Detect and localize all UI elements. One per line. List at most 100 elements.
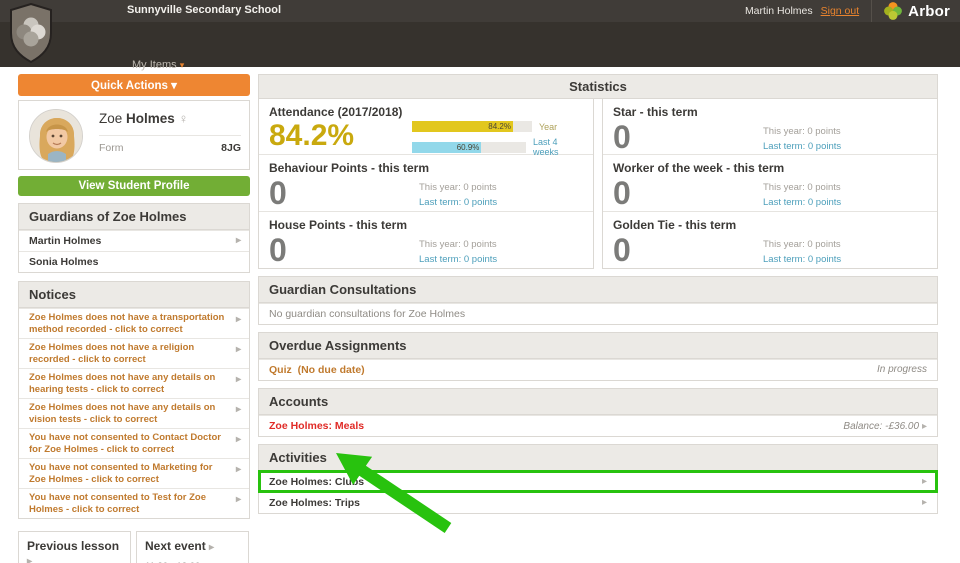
- guardian-name: Martin Holmes: [29, 235, 101, 247]
- guardians-panel: Guardians of Zoe Holmes Martin Holmes ▸ …: [18, 203, 250, 273]
- activity-row-clubs[interactable]: Zoe Holmes: Clubs ▸: [259, 471, 937, 492]
- empty-text: No guardian consultations for Zoe Holmes: [269, 308, 465, 320]
- activities-title: Activities: [259, 445, 937, 471]
- student-last-name: Holmes: [126, 111, 175, 126]
- notice-row[interactable]: You have not consented to Test for Zoe H…: [19, 488, 249, 518]
- guardian-row-martin[interactable]: Martin Holmes ▸: [19, 230, 249, 251]
- statistics-right-column: Star - this term 0 This year: 0 points L…: [602, 99, 938, 269]
- notice-text: You have not consented to Contact Doctor…: [29, 432, 221, 455]
- chevron-right-icon: ▸: [236, 235, 241, 246]
- assignment-due: (No due date): [298, 364, 365, 376]
- notices-panel: Notices Zoe Holmes does not have a trans…: [18, 281, 250, 519]
- notice-text: Zoe Holmes does not have a religion reco…: [29, 342, 194, 365]
- notice-text: Zoe Holmes does not have any details on …: [29, 402, 215, 425]
- bar-track: 84.2%: [412, 121, 532, 132]
- counter-value: 0: [613, 232, 763, 268]
- student-name: Zoe Holmes ♀: [99, 109, 241, 126]
- attendance-box: Attendance (2017/2018) 84.2% 84.2% Year: [259, 99, 593, 155]
- golden-tie-box: Golden Tie - this term 0 This year: 0 po…: [603, 212, 937, 268]
- activity-row-trips[interactable]: Zoe Holmes: Trips ▸: [259, 492, 937, 513]
- notice-text: You have not consented to Test for Zoe H…: [29, 492, 206, 515]
- counter-title: Star - this term: [613, 105, 927, 119]
- star-box: Star - this term 0 This year: 0 points L…: [603, 99, 937, 155]
- main-content: Statistics Attendance (2017/2018) 84.2% …: [258, 74, 938, 514]
- chevron-right-icon: ▸: [27, 556, 32, 563]
- account-balance: Balance: -£36.00: [843, 421, 919, 432]
- notice-row[interactable]: You have not consented to Contact Doctor…: [19, 428, 249, 458]
- nav-my-items-label: My Items: [132, 59, 177, 71]
- notice-row[interactable]: You have not consented to Marketing for …: [19, 458, 249, 488]
- activity-name: Zoe Holmes: Trips: [269, 497, 360, 509]
- assignment-row[interactable]: Quiz (No due date) In progress: [259, 359, 937, 380]
- notice-row[interactable]: Zoe Holmes does not have a transportatio…: [19, 308, 249, 338]
- assignment-status: In progress: [877, 364, 927, 375]
- statistics-left-column: Attendance (2017/2018) 84.2% 84.2% Year: [258, 99, 594, 269]
- counter-title: Golden Tie - this term: [613, 218, 927, 232]
- statistics-body: Attendance (2017/2018) 84.2% 84.2% Year: [258, 99, 938, 269]
- this-year-points: This year: 0 points: [763, 182, 841, 193]
- counter-value: 0: [269, 232, 419, 268]
- notice-text: Zoe Holmes does not have a transportatio…: [29, 312, 224, 335]
- chevron-right-icon: ▸: [236, 434, 241, 446]
- next-event-card: Next event ▸ 11:30 - 12:00 Mon, 20 Aug 2…: [136, 531, 249, 563]
- next-event-title[interactable]: Next event ▸: [145, 539, 240, 553]
- previous-lesson-label: Previous lesson: [27, 539, 119, 553]
- guardian-consultations-empty-row: No guardian consultations for Zoe Holmes: [259, 303, 937, 324]
- overdue-assignments-title: Overdue Assignments: [259, 333, 937, 359]
- account-name: Zoe Holmes: Meals: [269, 420, 364, 432]
- chevron-right-icon: ▸: [236, 374, 241, 386]
- topbar-right: Martin Holmes Sign out Arbor: [745, 0, 950, 22]
- brand-text: Arbor: [908, 3, 950, 20]
- last-term-points-link[interactable]: Last term: 0 points: [419, 254, 497, 265]
- guardians-title: Guardians of Zoe Holmes: [19, 204, 249, 230]
- nav-bar: My Items ▾: [0, 22, 960, 67]
- form-label: Form: [99, 142, 124, 154]
- guardian-name: Sonia Holmes: [29, 256, 98, 268]
- bar-label-4weeks: Last 4 weeks: [533, 137, 583, 157]
- counter-title: Worker of the week - this term: [613, 161, 927, 175]
- sidebar: Quick Actions ▾ Zoe Holmes ♀: [18, 74, 250, 563]
- last-term-points-link[interactable]: Last term: 0 points: [763, 197, 841, 208]
- account-row-meals[interactable]: Zoe Holmes: Meals Balance: -£36.00 ▸: [259, 415, 937, 436]
- chevron-right-icon: ▸: [922, 476, 927, 487]
- this-year-points: This year: 0 points: [419, 239, 497, 250]
- guardian-row-sonia[interactable]: Sonia Holmes: [19, 251, 249, 272]
- this-year-points: This year: 0 points: [763, 126, 841, 137]
- notice-row[interactable]: Zoe Holmes does not have a religion reco…: [19, 338, 249, 368]
- quick-actions-label: Quick Actions: [91, 80, 168, 92]
- arbor-logo: Arbor: [884, 2, 950, 20]
- chevron-down-icon: ▾: [171, 80, 177, 92]
- view-student-profile-button[interactable]: View Student Profile: [18, 176, 250, 196]
- student-profile-card: Zoe Holmes ♀ Form 8JG: [18, 100, 250, 170]
- attendance-bar-year: 84.2% Year: [412, 121, 583, 132]
- bar-label-year: Year: [539, 122, 557, 132]
- previous-lesson-title[interactable]: Previous lesson ▸: [27, 539, 122, 563]
- last-term-points-link[interactable]: Last term: 0 points: [763, 141, 841, 152]
- notice-row[interactable]: Zoe Holmes does not have any details on …: [19, 398, 249, 428]
- previous-lesson-card: Previous lesson ▸ 08:00 - 08:10 Mon, 20 …: [18, 531, 131, 563]
- chevron-down-icon: ▾: [180, 60, 185, 70]
- notice-text: You have not consented to Marketing for …: [29, 462, 213, 485]
- school-shield-logo: [8, 3, 54, 68]
- profile-info: Zoe Holmes ♀ Form 8JG: [99, 109, 241, 154]
- notice-row[interactable]: Zoe Holmes does not have any details on …: [19, 368, 249, 398]
- last-term-points-link[interactable]: Last term: 0 points: [419, 197, 497, 208]
- last-term-points-link[interactable]: Last term: 0 points: [763, 254, 841, 265]
- female-icon: ♀: [179, 111, 189, 126]
- chevron-right-icon: ▸: [922, 497, 927, 508]
- statistics-panel: Statistics Attendance (2017/2018) 84.2% …: [258, 74, 938, 269]
- bar-track: 60.9%: [412, 142, 526, 153]
- student-avatar: [29, 109, 83, 163]
- attendance-title: Attendance (2017/2018): [269, 105, 583, 119]
- worker-of-week-box: Worker of the week - this term 0 This ye…: [603, 155, 937, 211]
- next-event-label: Next event: [145, 539, 206, 553]
- quick-actions-button[interactable]: Quick Actions ▾: [18, 74, 250, 96]
- accounts-title: Accounts: [259, 389, 937, 415]
- this-year-points: This year: 0 points: [419, 182, 497, 193]
- overdue-assignments-panel: Overdue Assignments Quiz (No due date) I…: [258, 332, 938, 381]
- sign-out-link[interactable]: Sign out: [821, 5, 860, 17]
- chevron-right-icon: ▸: [236, 314, 241, 326]
- nav-my-items[interactable]: My Items ▾: [132, 59, 184, 71]
- chevron-right-icon: ▸: [236, 344, 241, 356]
- statistics-title: Statistics: [258, 74, 938, 99]
